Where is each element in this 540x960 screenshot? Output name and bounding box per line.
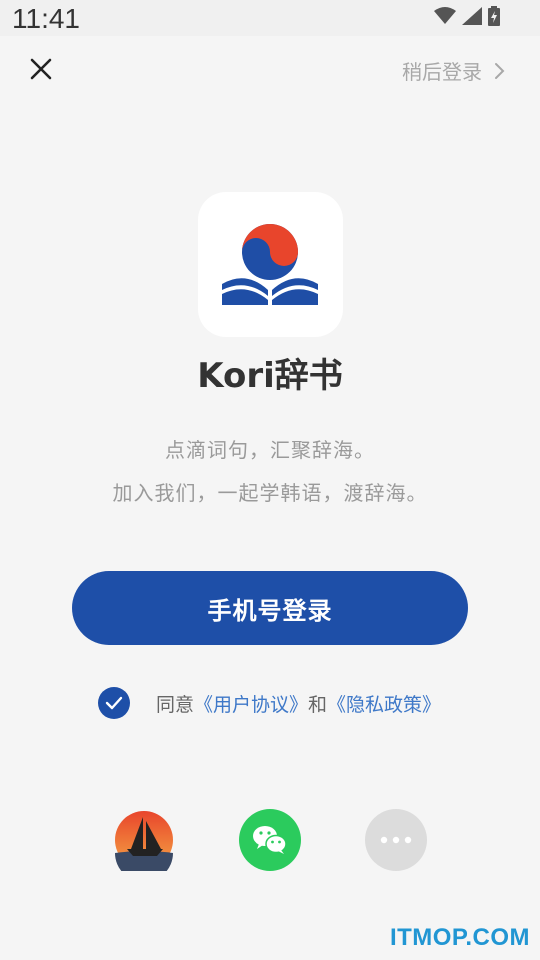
status-time: 11:41 xyxy=(12,3,80,34)
phone-login-button[interactable]: 手机号登录 xyxy=(72,571,468,645)
slogan-line-2: 加入我们，一起学韩语，渡辞海。 xyxy=(112,481,428,505)
user-agreement-link[interactable]: 《用户协议》 xyxy=(194,694,308,716)
close-icon xyxy=(30,58,52,80)
app-name: Kori辞书 xyxy=(197,356,343,396)
app-logo xyxy=(198,192,343,337)
check-icon xyxy=(105,696,123,710)
status-icons xyxy=(434,6,500,26)
login-later-link[interactable]: 稍后登录 xyxy=(402,56,506,85)
sailboat-app-icon xyxy=(115,811,173,882)
agreement-conjunction: 和 xyxy=(308,693,328,716)
sailboat-login-button[interactable] xyxy=(113,809,175,882)
wechat-login-button[interactable] xyxy=(239,809,301,871)
watermark: ITMOP.COM xyxy=(389,924,530,951)
wifi-icon xyxy=(434,7,456,24)
status-bar: 11:41 xyxy=(0,0,540,36)
chevron-right-icon xyxy=(495,62,505,79)
login-later-label: 稍后登录 xyxy=(402,60,482,84)
more-login-button[interactable] xyxy=(365,809,427,871)
agreement-text: 同意《用户协议》和《隐私政策》 xyxy=(156,690,441,717)
agreement-prefix: 同意 xyxy=(156,693,195,716)
more-icon xyxy=(380,836,412,844)
signal-icon xyxy=(462,7,482,25)
kori-book-logo xyxy=(222,224,318,305)
wechat-icon xyxy=(253,826,287,854)
close-button[interactable] xyxy=(26,54,56,84)
battery-icon xyxy=(488,6,500,26)
privacy-policy-link[interactable]: 《隐私政策》 xyxy=(327,694,441,716)
slogan-line-1: 点滴词句，汇聚辞海。 xyxy=(165,438,375,462)
agreement-row: 同意《用户协议》和《隐私政策》 xyxy=(98,687,441,719)
agreement-checkbox[interactable] xyxy=(98,687,130,719)
